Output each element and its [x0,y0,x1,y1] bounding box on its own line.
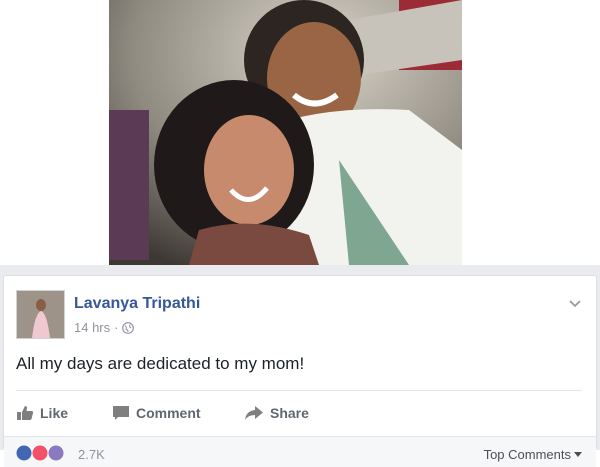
top-comments-label: Top Comments [483,447,571,462]
post-actions: Like Comment Share [16,398,586,428]
like-button[interactable]: Like [16,398,68,428]
post-meta: 14 hrs · [74,320,135,335]
post-photo[interactable] [109,0,462,265]
love-reaction-icon [32,445,48,461]
post-time[interactable]: 14 hrs [74,320,110,335]
share-button[interactable]: Share [244,398,309,428]
wow-reaction-icon [48,445,64,461]
like-reaction-icon [16,445,32,461]
share-label: Share [270,405,309,421]
comment-button[interactable]: Comment [112,398,201,428]
avatar[interactable] [16,290,65,339]
divider [16,390,582,391]
meta-separator: · [114,320,119,335]
globe-icon[interactable] [122,321,135,334]
like-icon [17,406,34,420]
caret-down-icon [574,451,582,457]
post-card: Lavanya Tripathi 14 hrs · All my days ar… [3,275,597,467]
chevron-down-icon[interactable] [568,296,582,310]
comment-icon [113,406,129,420]
author-name[interactable]: Lavanya Tripathi [74,295,200,313]
comment-label: Comment [136,405,201,421]
reaction-count[interactable]: 2.7K [78,447,105,462]
like-label: Like [40,405,69,421]
top-comments-selector[interactable]: Top Comments [484,447,582,462]
share-icon [245,406,263,420]
reactions-bar: 2.7K Top Comments [4,436,596,467]
post-area: Lavanya Tripathi 14 hrs · All my days ar… [0,265,600,467]
reaction-icons[interactable] [16,445,76,461]
post-status-text: All my days are dedicated to my mom! [16,354,305,373]
